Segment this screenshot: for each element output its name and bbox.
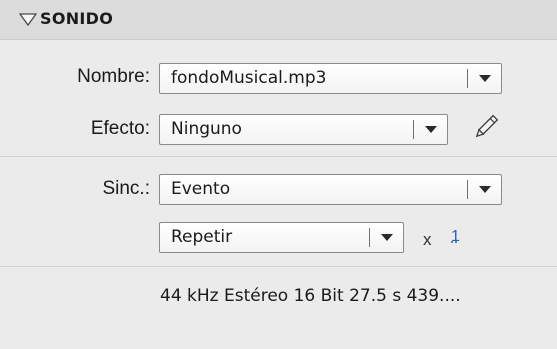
chevron-down-icon — [425, 126, 437, 133]
nombre-value: fondoMusical.mp3 — [171, 68, 327, 88]
sinc-label: Sinc.: — [102, 178, 150, 199]
nombre-label: Nombre: — [77, 66, 150, 87]
chevron-down-icon — [479, 186, 491, 193]
efecto-value: Ninguno — [171, 119, 242, 139]
sinc-dropdown[interactable]: Evento — [159, 174, 502, 205]
efecto-label: Efecto: — [90, 118, 150, 139]
repeat-count-link[interactable]: 1 — [451, 228, 460, 246]
sinc-value: Evento — [171, 179, 231, 199]
times-symbol: x — [423, 230, 432, 249]
sound-info-text: 44 kHz Estéreo 16 Bit 27.5 s 439.... — [160, 286, 461, 306]
efecto-dropdown-button[interactable] — [413, 115, 447, 144]
sound-properties-panel: SONIDO Nombre: fondoMusical.mp3 Efecto: … — [0, 0, 557, 349]
pencil-icon[interactable] — [472, 113, 500, 141]
repeat-value: Repetir — [171, 227, 233, 247]
efecto-dropdown[interactable]: Ninguno — [159, 114, 448, 145]
repeat-dropdown-button[interactable] — [369, 223, 403, 252]
section-header[interactable]: SONIDO — [0, 0, 557, 40]
nombre-dropdown[interactable]: fondoMusical.mp3 — [159, 63, 502, 94]
chevron-down-icon — [381, 234, 393, 241]
nombre-dropdown-button[interactable] — [467, 64, 501, 93]
divider — [0, 156, 557, 157]
section-title: SONIDO — [40, 9, 114, 28]
sinc-dropdown-button[interactable] — [467, 175, 501, 204]
chevron-down-icon — [479, 75, 491, 82]
triangle-down-icon[interactable] — [19, 13, 37, 27]
repeat-dropdown[interactable]: Repetir — [159, 222, 404, 253]
divider — [0, 266, 557, 267]
